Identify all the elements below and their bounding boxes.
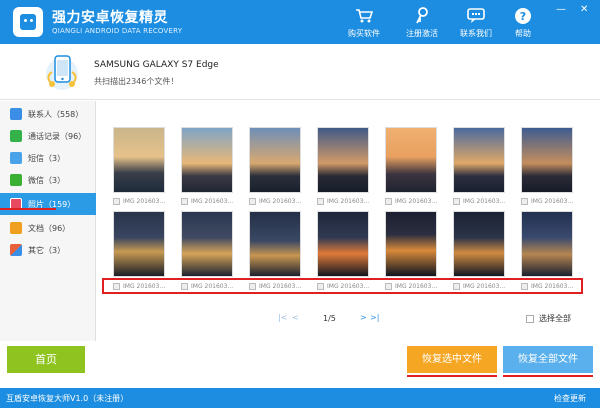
select-all[interactable]: 选择全部 — [526, 313, 571, 324]
photo-caption[interactable]: IMG 201603... — [453, 195, 505, 207]
photo-checkbox[interactable] — [249, 197, 256, 205]
photo-thumbnail[interactable] — [317, 211, 369, 277]
sidebar-item-contacts[interactable]: 联系人（558） — [0, 103, 96, 125]
sidebar-item-calls[interactable]: 通话记录（96） — [0, 125, 96, 147]
app-logo — [13, 7, 43, 37]
select-all-checkbox[interactable] — [526, 314, 534, 323]
photo-caption[interactable]: IMG 201603... — [113, 195, 165, 207]
caption-highlight-box — [102, 278, 583, 294]
photo-thumbnail[interactable] — [181, 127, 233, 193]
contacts-icon — [10, 108, 22, 120]
page-indicator: 1/5 — [323, 314, 336, 323]
photo-caption[interactable]: IMG 201603... — [181, 195, 233, 207]
first-page-button[interactable]: |< — [278, 313, 287, 322]
photo-thumbnail[interactable] — [453, 127, 505, 193]
photo-caption[interactable]: IMG 201603... — [249, 195, 301, 207]
buy-button[interactable]: 购买软件 — [334, 6, 394, 40]
photo-checkbox[interactable] — [317, 197, 324, 205]
photo-checkbox[interactable] — [453, 197, 460, 205]
other-icon — [10, 244, 22, 256]
help-icon: ? — [493, 6, 553, 26]
category-sidebar: 联系人（558） 通话记录（96） 短信（3） 微信（3） 照片（159） 文档… — [0, 101, 96, 341]
device-bar: SAMSUNG GALAXY S7 Edge 共扫描出2346个文件！ — [0, 44, 600, 100]
check-update-link[interactable]: 检查更新 — [554, 393, 586, 404]
phone-call-icon — [10, 130, 22, 142]
photo-thumbnail[interactable] — [385, 211, 437, 277]
register-button[interactable]: 注册激活 — [392, 6, 452, 40]
photo-thumbnail[interactable] — [249, 127, 301, 193]
app-title: 强力安卓恢复精灵 — [52, 10, 168, 26]
next-page-button[interactable]: > — [360, 313, 367, 322]
photo-caption[interactable]: IMG 201603... — [385, 195, 437, 207]
photo-thumbnail[interactable] — [113, 211, 165, 277]
cart-icon — [334, 6, 394, 26]
photo-thumbnail[interactable] — [453, 211, 505, 277]
photo-caption[interactable]: IMG 201603... — [521, 195, 573, 207]
photo-thumbnail[interactable] — [317, 127, 369, 193]
photo-checkbox[interactable] — [113, 197, 120, 205]
photo-thumbnail[interactable] — [385, 127, 437, 193]
sms-icon — [10, 152, 22, 164]
recover-all-underline — [503, 375, 593, 377]
active-underline — [0, 208, 56, 210]
recover-selected-underline — [407, 375, 497, 377]
android-icon — [20, 14, 36, 30]
close-button[interactable]: ✕ — [580, 4, 588, 15]
photo-thumbnail[interactable] — [113, 127, 165, 193]
recover-all-button[interactable]: 恢复全部文件 — [503, 346, 593, 373]
photo-thumbnail[interactable] — [181, 211, 233, 277]
app-header: 强力安卓恢复精灵 QIANGLI ANDROID DATA RECOVERY 购… — [0, 0, 600, 44]
photo-thumbnail[interactable] — [521, 211, 573, 277]
sidebar-item-sms[interactable]: 短信（3） — [0, 147, 96, 169]
photo-checkbox[interactable] — [181, 197, 188, 205]
photo-thumbnail[interactable] — [249, 211, 301, 277]
phone-icon — [42, 52, 82, 92]
prev-page-button[interactable]: < — [292, 313, 299, 322]
document-icon — [10, 222, 22, 234]
last-page-button[interactable]: >| — [370, 313, 379, 322]
home-button[interactable]: 首页 — [7, 346, 85, 373]
sidebar-item-photos[interactable]: 照片（159） — [0, 193, 96, 215]
sidebar-item-documents[interactable]: 文档（96） — [0, 217, 96, 239]
photo-checkbox[interactable] — [521, 197, 528, 205]
wechat-icon — [10, 174, 22, 186]
minimize-button[interactable]: — — [556, 4, 566, 15]
scan-count: 共扫描出2346个文件！ — [94, 77, 179, 86]
sidebar-item-other[interactable]: 其它（3） — [0, 239, 96, 261]
sidebar-item-wechat[interactable]: 微信（3） — [0, 169, 96, 191]
help-button[interactable]: ? 帮助 — [493, 6, 553, 40]
photo-thumbnail[interactable] — [521, 127, 573, 193]
version-label: 互盾安卓恢复大师V1.0（未注册） — [6, 394, 129, 403]
photo-caption[interactable]: IMG 201603... — [317, 195, 369, 207]
device-name: SAMSUNG GALAXY S7 Edge — [94, 60, 219, 70]
photo-checkbox[interactable] — [385, 197, 392, 205]
svg-text:?: ? — [520, 10, 526, 23]
app-subtitle: QIANGLI ANDROID DATA RECOVERY — [52, 27, 183, 35]
status-bar: 互盾安卓恢复大师V1.0（未注册） 检查更新 — [0, 388, 600, 408]
recover-selected-button[interactable]: 恢复选中文件 — [407, 346, 497, 373]
key-icon — [392, 6, 452, 26]
